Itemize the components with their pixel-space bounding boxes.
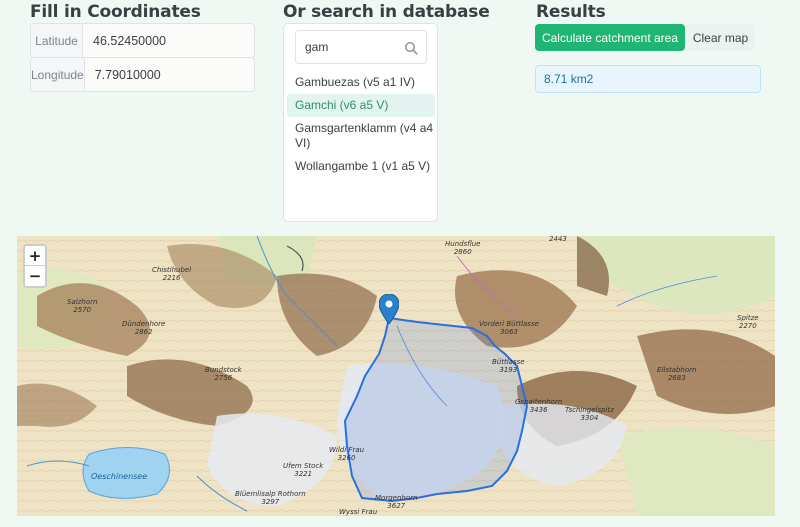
map-label-name: Ellstabhorn [657,366,697,374]
search-result-item[interactable]: Wollangambe 1 (v1 a5 V) [287,155,435,178]
map-label-name: Salzhorn [67,298,98,306]
map-label-name: Spitze [737,314,759,322]
map[interactable]: Hundsflue 2860 Chistihubel 2216 Salzhorn… [17,236,775,516]
map-label-elevation: 3627 [387,502,406,510]
map-elevation-label: 2443 [549,236,567,243]
clear-map-button[interactable]: Clear map [686,24,755,51]
map-label-elevation: 2270 [738,322,757,330]
map-label: Tschingelspitz 3304 [565,406,614,422]
search-result-item[interactable]: Gambuezas (v5 a1 IV) [287,71,435,94]
search-result-item[interactable]: Gamsgartenklamm (v4 a4 VI) [287,117,435,155]
results-title: Results [536,2,606,22]
zoom-control: + − [23,244,47,288]
map-label-elevation: 3221 [294,470,313,478]
map-label-name: Büttlasse [492,358,525,366]
map-label-elevation: 3260 [337,454,356,462]
map-label-name: Hundsflue [445,240,481,248]
map-label: Ellstabhorn 2683 [657,366,696,382]
map-label: Wyssi Frau [339,508,377,516]
latitude-row: Latitude [30,23,255,58]
search-title: Or search in database [283,2,490,22]
search-results: Gambuezas (v5 a1 IV) Gamchi (v6 a5 V) Ga… [287,71,435,178]
longitude-label: Longitude [31,58,85,91]
map-label-name: Wildi Frau [329,446,365,454]
map-label-elevation: 3436 [529,406,548,414]
map-label-elevation: 3193 [499,366,518,374]
map-label: Spitze 2270 [737,314,759,330]
zoom-out-button[interactable]: − [25,266,45,286]
map-label: Dündenhore 2862 [122,320,165,336]
search-box[interactable] [295,30,427,64]
map-label-name: Chistihubel [152,266,192,274]
search-input[interactable] [305,40,400,54]
longitude-row: Longitude [30,57,255,92]
map-label-elevation: 2860 [453,248,472,256]
map-label-name: Morgenhorn [375,494,418,502]
coordinates-title: Fill in Coordinates [30,2,201,22]
catchment-area-result: 8.71 km2 [535,65,761,93]
map-label-name: Gspaltenhorn [515,398,563,406]
search-panel: Gambuezas (v5 a1 IV) Gamchi (v6 a5 V) Ga… [283,23,438,222]
map-label: Büttlasse 3193 [492,358,525,374]
location-marker-icon[interactable] [379,294,399,324]
map-label: Wildi Frau 3260 [329,446,364,462]
map-label: Gspaltenhorn 3436 [515,398,562,414]
latitude-label: Latitude [31,24,83,57]
map-label-elevation: 3304 [580,414,599,422]
search-result-item-selected[interactable]: Gamchi (v6 a5 V) [287,94,435,117]
map-label-name: Ufem Stock [283,462,324,470]
map-label-elevation: 2862 [134,328,153,336]
lake-label: Oeschinensee [91,472,148,481]
map-label-name: Blüemlisalp Rothorn [235,490,306,498]
map-label-name: Vorderi Büttlasse [479,320,539,328]
map-label-name: Dündenhore [122,320,166,328]
map-label: Bundstock 2756 [205,366,242,382]
map-label: Salzhorn 2570 [67,298,97,314]
map-label-elevation: 2756 [214,374,233,382]
search-icon[interactable] [404,41,418,55]
map-label: Hundsflue 2860 [445,240,481,256]
map-label-name: Wyssi Frau [339,508,378,516]
map-label: Morgenhorn 3627 [375,494,417,510]
map-label: Ufem Stock 3221 [283,462,323,478]
calculate-catchment-button[interactable]: Calculate catchment area [535,24,685,51]
map-label: Chistihubel 2216 [152,266,191,282]
map-label: Vorderi Büttlasse 3063 [479,320,539,336]
map-label-elevation: 3063 [500,328,518,336]
map-label-name: Tschingelspitz [565,406,614,414]
map-label-elevation: 2683 [667,374,686,382]
longitude-input[interactable] [84,58,254,91]
map-label: Blüemlisalp Rothorn 3297 [235,490,306,506]
map-label-name: Bundstock [205,366,242,374]
latitude-input[interactable] [83,24,254,57]
map-label-elevation: 2570 [73,306,92,314]
map-label-elevation: 2216 [162,274,181,282]
map-label-elevation: 3297 [261,498,280,506]
zoom-in-button[interactable]: + [25,246,45,266]
